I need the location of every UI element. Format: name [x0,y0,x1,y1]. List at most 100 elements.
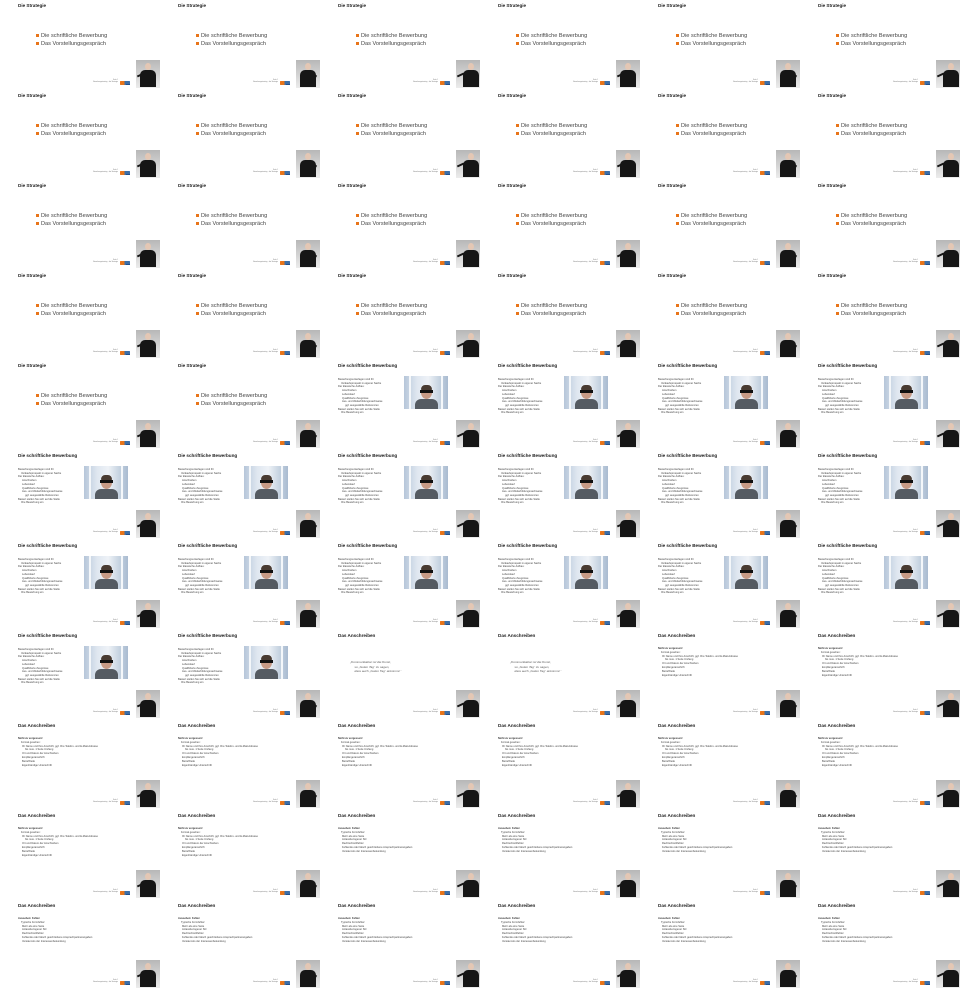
slide-thumbnail-b[interactable]: Die schriftliche Bewerbung Bewerbungsunte… [320,360,480,450]
slide-thumbnail-b[interactable]: Die schriftliche Bewerbung Bewerbungsunte… [0,450,160,540]
slide-thumbnail-d[interactable]: Das Anschreiben Nicht zu vergessen! Formal… [800,720,960,810]
slide-thumbnail-e[interactable]: Das Anschreiben Aussehen: Fehler Typische … [320,810,480,900]
quote-text: so „Guten Tag“ zu sagen, [354,664,390,669]
list-item: Ihre Bewerbung ein [498,411,566,415]
slide-thumbnail-d[interactable]: Das Anschreiben Nicht zu vergessen! Formal… [640,630,800,720]
slide-thumbnail-b[interactable]: Die schriftliche Bewerbung Bewerbungsunte… [800,450,960,540]
list-item: Versäumnis der Interessenbekundung [818,940,938,944]
slide-thumbnail-a[interactable]: Die Strategie Die schriftliche Bewerbung D… [160,180,320,270]
slide-thumbnail-a[interactable]: Die Strategie Die schriftliche Bewerbung D… [320,180,480,270]
slide-thumbnail-e[interactable]: Das Anschreiben Aussehen: Fehler Typische … [800,810,960,900]
slide-thumbnail-d[interactable]: Das Anschreiben Nicht zu vergessen! Formal… [160,720,320,810]
slide-thumbnail-a[interactable]: Die Strategie Die schriftliche Bewerbung D… [480,180,640,270]
slide-thumbnail-a[interactable]: Die Strategie Die schriftliche Bewerbung D… [640,0,800,90]
slide-thumbnail-b[interactable]: Die schriftliche Bewerbung Bewerbungsunte… [640,360,800,450]
slide-thumbnail-a[interactable]: Die Strategie Die schriftliche Bewerbung D… [480,0,640,90]
slide-thumbnail-e[interactable]: Das Anschreiben Aussehen: Fehler Typische … [160,900,320,990]
orange-square-bullet-icon [356,124,359,128]
speaker-video-icon [456,960,480,988]
slide-thumbnail-e[interactable]: Das Anschreiben Aussehen: Fehler Typische … [640,810,800,900]
footer-caption: Bewerbungstraining – die Strategie [893,352,918,354]
list-item-text: Aussehen: Fehler [498,827,520,830]
bullet-text: Das Vorstellungsgespräch [361,131,426,137]
slide-thumbnail-e[interactable]: Das Anschreiben Aussehen: Fehler Typische … [800,900,960,990]
orange-square-bullet-icon [836,132,839,136]
slide-thumbnail-a[interactable]: Die Strategie Die schriftliche Bewerbung D… [0,270,160,360]
slide-thumbnail-a[interactable]: Die Strategie Die schriftliche Bewerbung D… [800,180,960,270]
list-item-text: Aussehen: Fehler [658,827,680,830]
list-item-text: Verkaufsprospekt in eigener Sache [181,651,222,655]
slide-thumbnail-a[interactable]: Die Strategie Die schriftliche Bewerbung D… [800,270,960,360]
slide-thumbnail-a[interactable]: Die Strategie Die schriftliche Bewerbung D… [320,90,480,180]
list-item-text: ggf. ausgewählte Referenzen [185,673,219,677]
footer-caption: Bewerbungstraining – die Strategie [253,352,278,354]
bullet-item: Das Vorstellungsgespräch [676,311,746,317]
slide-thumbnail-d[interactable]: Das Anschreiben Nicht zu vergessen! Formal… [480,720,640,810]
slide-thumbnail-b[interactable]: Die schriftliche Bewerbung Bewerbungsunte… [320,450,480,540]
footer-caption: Bewerbungstraining – die Strategie [413,982,438,984]
slide-thumbnail-a[interactable]: Die Strategie Die schriftliche Bewerbung D… [160,90,320,180]
slide-thumbnail-a[interactable]: Die Strategie Die schriftliche Bewerbung D… [640,180,800,270]
slide-thumbnail-e[interactable]: Das Anschreiben Aussehen: Fehler Typische … [640,900,800,990]
slide-thumbnail-a[interactable]: Die Strategie Die schriftliche Bewerbung D… [640,270,800,360]
bullet-text: Das Vorstellungsgespräch [41,401,106,407]
footer-caption: Bewerbungstraining – die Strategie [93,802,118,804]
slide-thumbnail-e[interactable]: Das Anschreiben Aussehen: Fehler Typische … [0,900,160,990]
slide-thumbnail-a[interactable]: Die Strategie Die schriftliche Bewerbung D… [0,180,160,270]
slide-thumbnail-a[interactable]: Die Strategie Die schriftliche Bewerbung D… [160,360,320,450]
footer-caption: Bewerbungstraining – die Strategie [253,892,278,894]
slide-thumbnail-b[interactable]: Die schriftliche Bewerbung Bewerbungsunte… [640,540,800,630]
slide-thumbnail-b[interactable]: Die schriftliche Bewerbung Bewerbungsunte… [640,450,800,540]
slide-thumbnail-a[interactable]: Die Strategie Die schriftliche Bewerbung D… [0,360,160,450]
slide-thumbnail-d[interactable]: Das Anschreiben Nicht zu vergessen! Formal… [0,720,160,810]
slide-thumbnail-b[interactable]: Die schriftliche Bewerbung Bewerbungsunte… [480,450,640,540]
slide-thumbnail-b[interactable]: Die schriftliche Bewerbung Bewerbungsunte… [320,540,480,630]
slide-thumbnail-b[interactable]: Die schriftliche Bewerbung Bewerbungsunte… [160,450,320,540]
slide-thumbnail-e[interactable]: Das Anschreiben Aussehen: Fehler Typische … [480,810,640,900]
list-item-text: Ihre Bewerbung ein [821,411,844,415]
slide-thumbnail-a[interactable]: Die Strategie Die schriftliche Bewerbung D… [0,0,160,90]
slide-thumbnail-d[interactable]: Das Anschreiben Nicht zu vergessen! Formal… [160,810,320,900]
bullet-list: Bewerbungsunterlagen sind Ihr Verkaufspro… [18,558,86,595]
slide-title: Die schriftliche Bewerbung [658,453,718,458]
list-item-text: Qualifizierte Zeugnisse [662,396,689,400]
slide-thumbnail-e[interactable]: Das Anschreiben Aussehen: Fehler Typische … [320,900,480,990]
slide-thumbnail-b[interactable]: Die schriftliche Bewerbung Bewerbungsunte… [0,630,160,720]
orange-square-bullet-icon [36,34,39,38]
list-item-text: Qualifizierte Zeugnisse [182,486,209,490]
slide-thumbnail-a[interactable]: Die Strategie Die schriftliche Bewerbung D… [320,0,480,90]
slide-thumbnail-a[interactable]: Die Strategie Die schriftliche Bewerbung D… [160,270,320,360]
slide-thumbnail-b[interactable]: Die schriftliche Bewerbung Bewerbungsunte… [0,540,160,630]
slide-thumbnail-d[interactable]: Das Anschreiben Nicht zu vergessen! Formal… [800,630,960,720]
slide-thumbnail-d[interactable]: Das Anschreiben Nicht zu vergessen! Formal… [320,720,480,810]
slide-thumbnail-a[interactable]: Die Strategie Die schriftliche Bewerbung D… [640,90,800,180]
slide-thumbnail-a[interactable]: Die Strategie Die schriftliche Bewerbung D… [480,270,640,360]
slide-thumbnail-b[interactable]: Die schriftliche Bewerbung Bewerbungsunte… [160,630,320,720]
slide-thumbnail-b[interactable]: Die schriftliche Bewerbung Bewerbungsunte… [160,540,320,630]
bullet-list: Nicht zu vergessen! Formal gesehen: Ihr Na… [178,737,298,767]
slide-thumbnail-d[interactable]: Das Anschreiben Nicht zu vergessen! Formal… [640,720,800,810]
slide-thumbnail-b[interactable]: Die schriftliche Bewerbung Bewerbungsunte… [480,360,640,450]
slide-thumbnail-a[interactable]: Die Strategie Die schriftliche Bewerbung D… [800,0,960,90]
slide-thumbnail-a[interactable]: Die Strategie Die schriftliche Bewerbung D… [800,90,960,180]
slide-thumbnail-a[interactable]: Die Strategie Die schriftliche Bewerbung D… [0,90,160,180]
slide-thumbnail-c[interactable]: Das Anschreiben „Kommunikation ist die Ku… [480,630,640,720]
slide-thumbnail-d[interactable]: Das Anschreiben Nicht zu vergessen! Formal… [0,810,160,900]
slide-thumbnail-a[interactable]: Die Strategie Die schriftliche Bewerbung D… [160,0,320,90]
slide-title: Die Strategie [338,93,367,98]
slide-thumbnail-b[interactable]: Die schriftliche Bewerbung Bewerbungsunte… [800,360,960,450]
slide-thumbnail-e[interactable]: Das Anschreiben Aussehen: Fehler Typische … [480,900,640,990]
slide-title: Die schriftliche Bewerbung [338,453,398,458]
slide-thumbnail-a[interactable]: Die Strategie Die schriftliche Bewerbung D… [320,270,480,360]
slide-thumbnail-b[interactable]: Die schriftliche Bewerbung Bewerbungsunte… [800,540,960,630]
list-item-text: Ihre Bewerbung ein [21,681,44,685]
list-item: Versäumnis der Interessenbekundung [18,940,138,944]
slide-thumbnail-c[interactable]: Das Anschreiben „Kommunikation ist die Ku… [320,630,480,720]
slide-thumbnail-b[interactable]: Die schriftliche Bewerbung Bewerbungsunte… [480,540,640,630]
speaker-video-icon [776,510,800,538]
orange-square-bullet-icon [196,312,199,316]
footer-caption: Bewerbungstraining – die Strategie [893,712,918,714]
list-item-text: Basiert stellen Sie sich auf die Stelle [818,587,860,591]
slide-thumbnail-a[interactable]: Die Strategie Die schriftliche Bewerbung D… [480,90,640,180]
list-item-text: Der klassische Aufbau: [818,565,845,569]
